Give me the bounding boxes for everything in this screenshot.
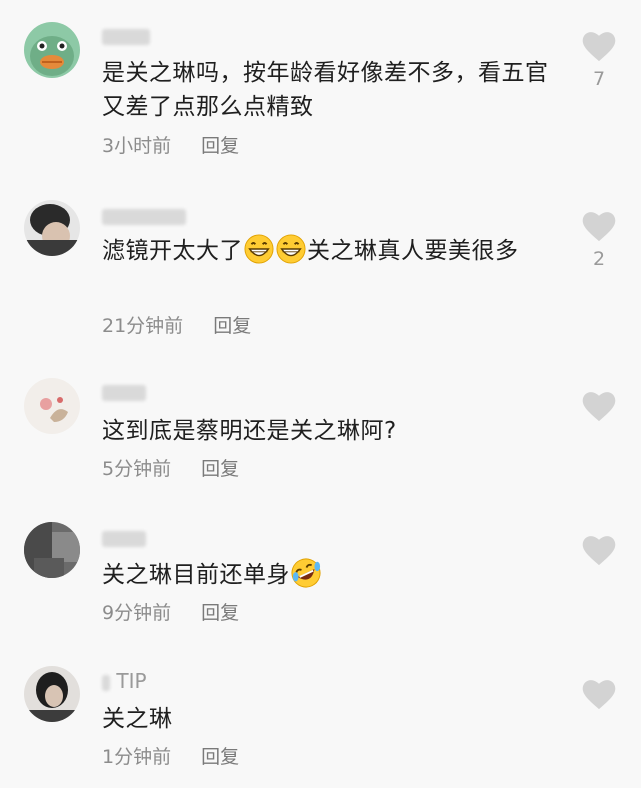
comment-text: 是关之琳吗，按年龄看好像差不多，看五官又差了点那么点精致 [102, 60, 549, 120]
comment-text: 关之琳目前还单身 [102, 558, 562, 592]
comment-text-part: 关之琳目前还单身 [102, 562, 290, 588]
avatar[interactable] [24, 378, 80, 434]
like-button[interactable]: 7 [581, 32, 617, 90]
like-button[interactable] [581, 536, 617, 572]
reply-button[interactable]: 回复 [201, 601, 239, 625]
username[interactable]: TIP [102, 670, 147, 692]
avatar[interactable] [24, 200, 80, 256]
rolling-laughing-emoji [291, 558, 321, 588]
reply-button[interactable]: 回复 [201, 134, 239, 158]
like-count: 2 [592, 248, 606, 270]
like-count: 7 [592, 68, 606, 90]
comment-text-part: 滤镜开太大了 [102, 238, 243, 264]
comment-time: 9分钟前 [102, 602, 172, 624]
heart-icon [582, 212, 616, 242]
blurred-username [102, 674, 110, 691]
comment-meta: 3小时前 回复 [102, 134, 239, 158]
username[interactable] [102, 204, 186, 226]
like-button[interactable] [581, 392, 617, 428]
comment-text: 关之琳 [102, 706, 173, 732]
heart-icon [582, 680, 616, 710]
comment-text-part: 关之琳真人要美很多 [307, 238, 519, 264]
heart-icon [582, 392, 616, 422]
blurred-username [102, 384, 146, 401]
comment-meta: 5分钟前 回复 [102, 457, 239, 481]
blurred-username [102, 530, 146, 547]
comment-time: 5分钟前 [102, 458, 172, 480]
username[interactable] [102, 24, 150, 46]
like-button[interactable] [581, 680, 617, 716]
blurred-username [102, 208, 186, 225]
avatar[interactable] [24, 22, 80, 78]
heart-icon [582, 536, 616, 566]
reply-button[interactable]: 回复 [201, 457, 239, 481]
grinning-face-emoji [244, 234, 274, 264]
avatar[interactable] [24, 522, 80, 578]
like-button[interactable]: 2 [581, 212, 617, 270]
comment-meta: 1分钟前 回复 [102, 745, 239, 769]
reply-button[interactable]: 回复 [213, 314, 251, 338]
comment-time: 3小时前 [102, 135, 172, 157]
avatar[interactable] [24, 666, 80, 722]
comment-text: 这到底是蔡明还是关之琳阿? [102, 418, 397, 444]
username[interactable] [102, 526, 146, 548]
reply-button[interactable]: 回复 [201, 745, 239, 769]
username[interactable] [102, 380, 146, 402]
comment-meta: 21分钟前 回复 [102, 314, 251, 338]
comment-text: 滤镜开太大了 关之琳真人要美很多 [102, 234, 562, 268]
heart-icon [582, 32, 616, 62]
comment-time: 1分钟前 [102, 746, 172, 768]
grinning-face-emoji [276, 234, 306, 264]
comment-meta: 9分钟前 回复 [102, 601, 239, 625]
blurred-username [102, 28, 150, 45]
comment-time: 21分钟前 [102, 315, 184, 337]
